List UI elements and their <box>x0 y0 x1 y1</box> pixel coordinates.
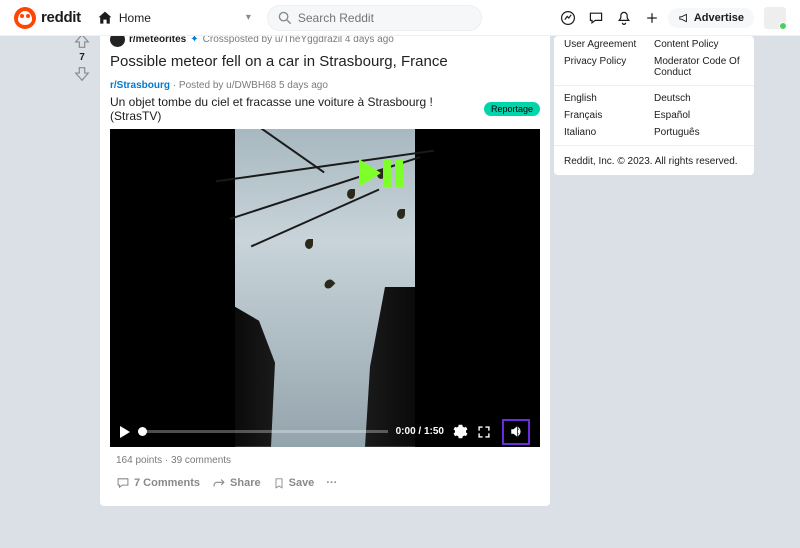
app-header: reddit Home ▾ Advertise <box>0 0 800 36</box>
brand-text: reddit <box>41 9 81 26</box>
settings-icon[interactable] <box>452 424 468 440</box>
lang-francais[interactable]: Français <box>564 110 602 121</box>
crosspost-title: Un objet tombe du ciel et fracasse une v… <box>110 95 478 123</box>
search-input[interactable] <box>298 11 471 25</box>
notifications-icon[interactable] <box>612 6 636 30</box>
crosspost-meta: r/Strasbourg · Posted by u/DWBH68 5 days… <box>110 80 540 91</box>
megaphone-icon <box>678 12 690 24</box>
lang-deutsch[interactable]: Deutsch <box>654 93 691 104</box>
post-flair[interactable]: Reportage <box>484 102 540 116</box>
cross-subreddit-link[interactable]: r/Strasbourg <box>110 80 170 91</box>
vote-score: 7 <box>79 52 85 63</box>
video-play-button[interactable] <box>120 426 130 438</box>
video-time: 0:00 / 1:50 <box>396 426 444 437</box>
popular-icon[interactable] <box>556 6 580 30</box>
link-user-agreement[interactable]: User Agreement <box>564 39 636 50</box>
lang-espanol[interactable]: Español <box>654 110 690 121</box>
post-actions: 7 Comments Share Save ··· <box>110 472 540 498</box>
video-controls: 0:00 / 1:50 <box>110 417 540 447</box>
create-post-icon[interactable] <box>640 6 664 30</box>
video-player[interactable]: 0:00 / 1:50 <box>110 129 540 447</box>
user-avatar[interactable] <box>764 7 786 29</box>
post-stats: 164 points · 39 comments <box>110 447 540 472</box>
post-title: Possible meteor fell on a car in Strasbo… <box>110 53 540 72</box>
crosspost-title-row: Un objet tombe du ciel et fracasse une v… <box>110 95 540 123</box>
footer-sidebar: User Agreement Content Policy Privacy Pol… <box>554 36 754 175</box>
search-icon <box>278 11 292 25</box>
progress-knob[interactable] <box>138 427 147 436</box>
fullscreen-icon[interactable] <box>476 424 492 440</box>
home-icon <box>97 10 113 26</box>
more-button[interactable]: ··· <box>326 477 337 489</box>
post-column: 0 Comments Share Save 7 r/meteorites ✦ C… <box>100 0 550 506</box>
advertise-button[interactable]: Advertise <box>668 8 754 28</box>
reddit-snoo-icon <box>14 7 36 29</box>
play-pause-overlay[interactable] <box>359 159 403 187</box>
reddit-logo[interactable]: reddit <box>14 7 81 29</box>
chat-icon[interactable] <box>584 6 608 30</box>
feed-label: Home <box>119 11 240 25</box>
link-content-policy[interactable]: Content Policy <box>654 39 718 50</box>
post-card: 0 Comments Share Save 7 r/meteorites ✦ C… <box>100 0 550 506</box>
copyright-text: Reddit, Inc. © 2023. All rights reserved… <box>554 150 754 175</box>
header-actions: Advertise <box>556 6 786 30</box>
pause-icon <box>383 159 403 187</box>
advertise-label: Advertise <box>694 12 744 24</box>
save-button[interactable]: Save <box>273 476 315 490</box>
lang-portugues[interactable]: Português <box>654 127 700 138</box>
feed-selector[interactable]: Home ▾ <box>89 6 259 30</box>
link-privacy-policy[interactable]: Privacy Policy <box>564 56 626 67</box>
chevron-down-icon: ▾ <box>246 12 251 23</box>
play-icon <box>359 159 381 187</box>
comments-button[interactable]: 7 Comments <box>116 476 200 490</box>
share-button[interactable]: Share <box>212 476 261 490</box>
post-body: 7 r/meteorites ✦ Crossposted by u/TheYgg… <box>100 24 550 506</box>
lang-italiano[interactable]: Italiano <box>564 127 596 138</box>
search-bar[interactable] <box>267 5 482 31</box>
lang-english[interactable]: English <box>564 93 597 104</box>
video-progress-bar[interactable] <box>138 430 388 433</box>
link-mod-code[interactable]: Moderator Code Of Conduct <box>654 56 740 78</box>
cross-posted-by: Posted by u/DWBH68 5 days ago <box>179 80 328 91</box>
vote-widget: 7 <box>68 32 96 83</box>
downvote-button[interactable] <box>73 65 91 83</box>
volume-button-highlighted[interactable] <box>502 419 530 445</box>
